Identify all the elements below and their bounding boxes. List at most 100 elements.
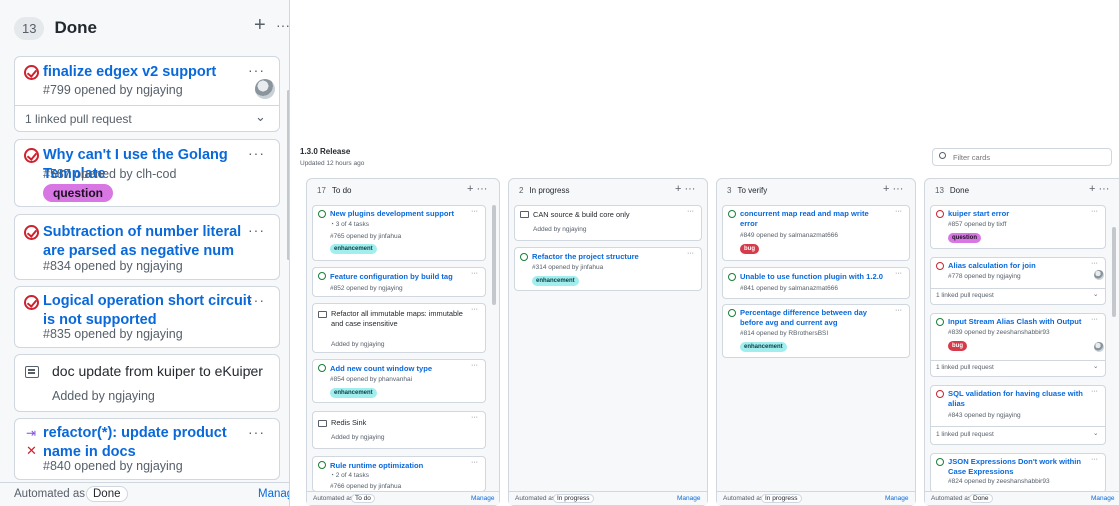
card-more-icon[interactable]: ···: [471, 270, 478, 277]
chevron-down-icon[interactable]: ⌄: [255, 109, 266, 125]
linked-pull-request[interactable]: 1 linked pull request: [936, 431, 994, 438]
card-more-icon[interactable]: ···: [1091, 316, 1098, 323]
card-more-icon[interactable]: ···: [1091, 388, 1098, 395]
card-title[interactable]: JSON Expressions Don't work within Case …: [948, 457, 1088, 476]
card-more-icon[interactable]: ···: [248, 222, 265, 238]
issue-card[interactable]: Rule runtime optimization ◔ 2 of 4 tasks…: [312, 456, 486, 492]
enhancement-label[interactable]: enhancement: [330, 388, 377, 398]
card-more-icon[interactable]: ···: [471, 208, 478, 215]
add-card-plus-icon[interactable]: + ···: [883, 183, 903, 195]
issue-card[interactable]: Feature configuration by build tag #852 …: [312, 267, 486, 297]
linked-pull-request[interactable]: 1 linked pull request: [936, 292, 994, 299]
card-title[interactable]: SQL validation for having cluase with al…: [948, 389, 1088, 408]
linked-pull-request[interactable]: 1 linked pull request: [936, 364, 994, 371]
question-label[interactable]: question: [948, 233, 981, 243]
manage-link[interactable]: Manage: [258, 488, 289, 500]
card-title[interactable]: Refactor the project structure: [532, 252, 639, 262]
card-title[interactable]: concurrent map read and map write error: [740, 209, 880, 228]
manage-link[interactable]: Manage: [885, 495, 909, 502]
linked-pull-request[interactable]: 1 linked pull request: [25, 112, 132, 126]
add-card-plus-icon[interactable]: + ···: [467, 183, 487, 195]
card-title[interactable]: Unable to use function plugin with 1.2.0: [740, 272, 883, 282]
card-more-icon[interactable]: ···: [471, 362, 478, 369]
issue-card[interactable]: Refactor the project structure #314 open…: [514, 247, 702, 291]
scrollbar[interactable]: [1112, 227, 1116, 317]
scrollbar[interactable]: [287, 90, 289, 260]
card-more-icon[interactable]: ···: [248, 292, 265, 308]
card-more-icon[interactable]: ···: [248, 360, 265, 376]
manage-link[interactable]: Manage: [471, 495, 495, 502]
card-more-icon[interactable]: ···: [1091, 260, 1098, 267]
card-title[interactable]: Rule runtime optimization: [330, 461, 423, 471]
issue-card[interactable]: Why can't I use the Golang Template #587…: [14, 139, 280, 207]
card-title[interactable]: Add new count window type: [330, 364, 432, 374]
card-more-icon[interactable]: ···: [471, 459, 478, 466]
card-title[interactable]: refactor(*): update product name in docs: [43, 424, 253, 462]
card-meta: #852 opened by ngjaying: [330, 285, 403, 292]
enhancement-label[interactable]: enhancement: [740, 342, 787, 352]
issue-card[interactable]: Subtraction of number literal are parsed…: [14, 214, 280, 280]
note-card[interactable]: doc update from kuiper to eKuiper Added …: [14, 354, 280, 412]
issue-card[interactable]: Alias calculation for join #778 opened b…: [930, 257, 1106, 305]
card-title[interactable]: Subtraction of number literal are parsed…: [43, 223, 253, 261]
chevron-down-icon[interactable]: ⌄: [1093, 290, 1098, 298]
issue-card[interactable]: concurrent map read and map write error …: [722, 205, 910, 261]
issue-card[interactable]: Percentage difference between day before…: [722, 304, 910, 358]
bug-label[interactable]: bug: [948, 341, 967, 351]
enhancement-label[interactable]: enhancement: [330, 244, 377, 254]
card-more-icon[interactable]: ···: [687, 250, 694, 257]
add-card-plus-icon[interactable]: + ···: [1089, 183, 1109, 195]
card-more-icon[interactable]: ···: [1091, 456, 1098, 463]
issue-card[interactable]: Logical operation short circuit is not s…: [14, 286, 280, 348]
filter-cards-field[interactable]: [953, 151, 1103, 163]
issue-card[interactable]: finalize edgex v2 support #799 opened by…: [14, 56, 280, 132]
card-more-icon[interactable]: ···: [895, 307, 902, 314]
question-label[interactable]: question: [43, 184, 113, 202]
manage-link[interactable]: Manage: [677, 495, 701, 502]
note-text[interactable]: CAN source & build core only: [533, 210, 630, 219]
card-title[interactable]: kuiper start error: [948, 209, 1009, 219]
card-more-icon[interactable]: ···: [248, 62, 265, 78]
card-more-icon[interactable]: ···: [248, 424, 265, 440]
note-card[interactable]: CAN source & build core only Added by ng…: [514, 205, 702, 241]
note-card[interactable]: Refactor all immutable maps: immutable a…: [312, 303, 486, 353]
card-meta: #799 opened by ngjaying: [43, 83, 183, 97]
card-more-icon[interactable]: ···: [895, 208, 902, 215]
enhancement-label[interactable]: enhancement: [532, 276, 579, 286]
card-title[interactable]: Alias calculation for join: [948, 261, 1036, 271]
bug-label[interactable]: bug: [740, 244, 759, 254]
scrollbar[interactable]: [492, 205, 496, 305]
chevron-down-icon[interactable]: ⌄: [1093, 429, 1098, 437]
issue-card[interactable]: Add new count window type #854 opened by…: [312, 359, 486, 403]
card-more-icon[interactable]: ···: [248, 145, 265, 161]
card-more-icon[interactable]: ···: [1091, 208, 1098, 215]
card-more-icon[interactable]: ···: [687, 208, 694, 215]
card-more-icon[interactable]: ···: [471, 306, 478, 313]
card-title[interactable]: New plugins development support: [330, 209, 454, 219]
card-more-icon[interactable]: ···: [895, 270, 902, 277]
card-title[interactable]: Feature configuration by build tag: [330, 272, 453, 282]
issue-card[interactable]: kuiper start error #857 opened by tixff …: [930, 205, 1106, 249]
add-card-plus-icon[interactable]: +: [254, 14, 266, 37]
column-more-icon[interactable]: ···: [276, 17, 289, 33]
pull-request-card[interactable]: ⇥ ✕ refactor(*): update product name in …: [14, 418, 280, 480]
note-text[interactable]: Redis Sink: [331, 418, 366, 427]
card-title[interactable]: Input Stream Alias Clash with Output: [948, 317, 1081, 327]
issue-card[interactable]: Input Stream Alias Clash with Output #83…: [930, 313, 1106, 377]
issue-card[interactable]: Unable to use function plugin with 1.2.0…: [722, 267, 910, 299]
issue-card[interactable]: SQL validation for having cluase with al…: [930, 385, 1106, 445]
card-title[interactable]: Percentage difference between day before…: [740, 308, 885, 327]
automation-text: Automated as: [14, 488, 85, 500]
note-text[interactable]: Refactor all immutable maps: immutable a…: [331, 309, 476, 329]
manage-link[interactable]: Manage: [1091, 495, 1115, 502]
note-card[interactable]: Redis Sink Added by ngjaying ···: [312, 411, 486, 449]
issue-card[interactable]: JSON Expressions Don't work within Case …: [930, 453, 1106, 493]
note-text[interactable]: doc update from kuiper to eKuiper: [52, 363, 263, 379]
filter-cards-input[interactable]: [932, 148, 1112, 166]
issue-card[interactable]: New plugins development support ◔ 3 of 4…: [312, 205, 486, 261]
card-title[interactable]: finalize edgex v2 support: [43, 63, 216, 82]
chevron-down-icon[interactable]: ⌄: [1093, 362, 1098, 370]
card-more-icon[interactable]: ···: [471, 414, 478, 421]
add-card-plus-icon[interactable]: + ···: [675, 183, 695, 195]
card-title[interactable]: Logical operation short circuit is not s…: [43, 292, 253, 330]
